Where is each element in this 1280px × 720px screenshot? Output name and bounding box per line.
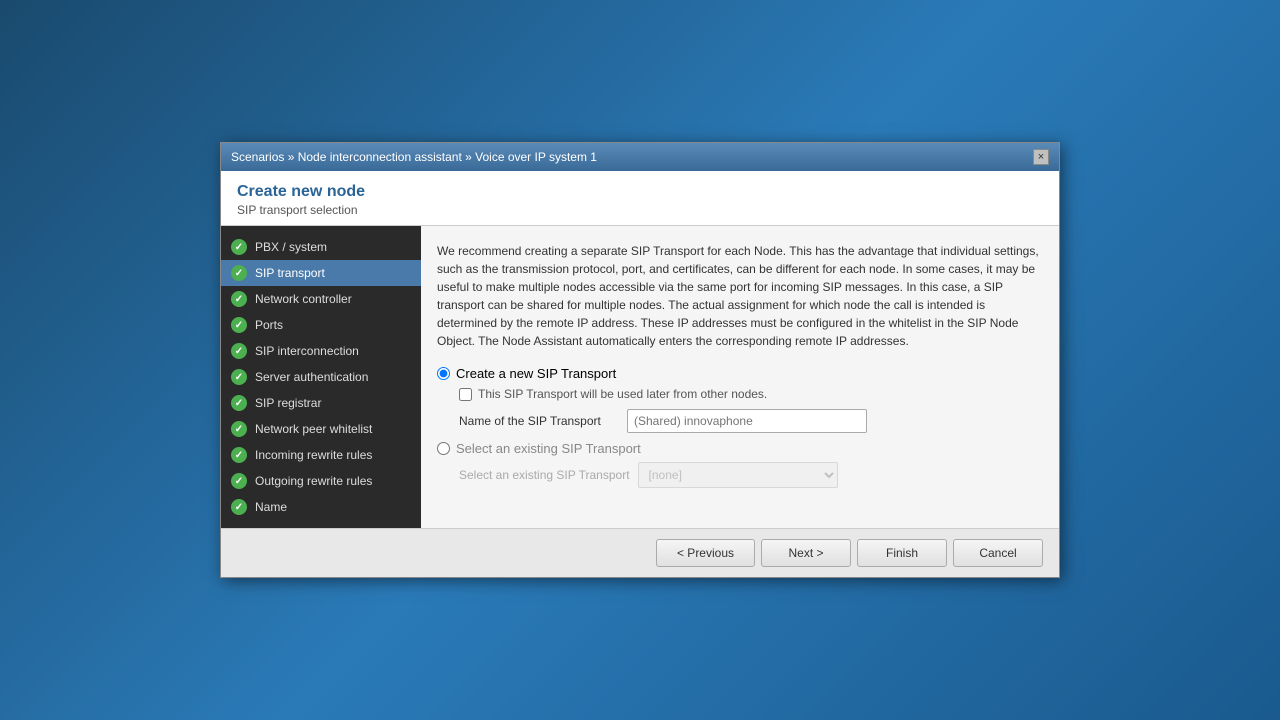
check-icon-outgoing-rewrite-rules — [231, 473, 247, 489]
cancel-button[interactable]: Cancel — [953, 539, 1043, 567]
checkbox-shared-label[interactable]: This SIP Transport will be used later fr… — [478, 387, 767, 401]
checkbox-shared: This SIP Transport will be used later fr… — [459, 387, 1043, 401]
sidebar-item-ports[interactable]: Ports — [221, 312, 421, 338]
close-button[interactable]: × — [1033, 149, 1049, 165]
checkbox-shared-input[interactable] — [459, 388, 472, 401]
dialog-window: Scenarios » Node interconnection assista… — [220, 142, 1060, 578]
form-section: Create a new SIP Transport This SIP Tran… — [437, 366, 1043, 488]
info-text: We recommend creating a separate SIP Tra… — [437, 242, 1043, 350]
sidebar-item-incoming-rewrite-rules[interactable]: Incoming rewrite rules — [221, 442, 421, 468]
sidebar-item-label-network-controller: Network controller — [255, 292, 352, 306]
check-icon-network-controller — [231, 291, 247, 307]
check-icon-ports — [231, 317, 247, 333]
sidebar-item-server-authentication[interactable]: Server authentication — [221, 364, 421, 390]
sidebar-item-label-server-authentication: Server authentication — [255, 370, 368, 384]
title-bar: Scenarios » Node interconnection assista… — [221, 143, 1059, 171]
check-icon-sip-transport — [231, 265, 247, 281]
check-icon-pbx-system — [231, 239, 247, 255]
sidebar-item-sip-registrar[interactable]: SIP registrar — [221, 390, 421, 416]
dialog-body: PBX / system SIP transport Network control… — [221, 226, 1059, 528]
dialog-header: Create new node SIP transport selection — [221, 171, 1059, 226]
sidebar-item-label-incoming-rewrite-rules: Incoming rewrite rules — [255, 448, 372, 462]
page-subtitle: SIP transport selection — [237, 203, 1043, 217]
sidebar-item-label-outgoing-rewrite-rules: Outgoing rewrite rules — [255, 474, 372, 488]
sidebar-item-label-ports: Ports — [255, 318, 283, 332]
previous-button[interactable]: < Previous — [656, 539, 755, 567]
page-title: Create new node — [237, 183, 1043, 201]
sidebar-item-network-peer-whitelist[interactable]: Network peer whitelist — [221, 416, 421, 442]
check-icon-server-authentication — [231, 369, 247, 385]
sidebar-item-label-name: Name — [255, 500, 287, 514]
check-icon-sip-registrar — [231, 395, 247, 411]
radio-create-new-label[interactable]: Create a new SIP Transport — [456, 366, 616, 381]
radio-create-new: Create a new SIP Transport — [437, 366, 1043, 381]
check-icon-name — [231, 499, 247, 515]
sidebar-item-outgoing-rewrite-rules[interactable]: Outgoing rewrite rules — [221, 468, 421, 494]
check-icon-network-peer-whitelist — [231, 421, 247, 437]
name-field-row: Name of the SIP Transport — [459, 409, 1043, 433]
sidebar-item-label-sip-registrar: SIP registrar — [255, 396, 321, 410]
check-icon-incoming-rewrite-rules — [231, 447, 247, 463]
existing-transport-label: Select an existing SIP Transport — [459, 468, 630, 482]
sidebar-item-sip-transport[interactable]: SIP transport — [221, 260, 421, 286]
breadcrumb: Scenarios » Node interconnection assista… — [231, 150, 597, 164]
radio-create-new-input[interactable] — [437, 367, 450, 380]
radio-select-existing-input[interactable] — [437, 442, 450, 455]
next-button[interactable]: Next > — [761, 539, 851, 567]
sidebar-item-label-sip-interconnection: SIP interconnection — [255, 344, 359, 358]
sidebar-item-pbx-system[interactable]: PBX / system — [221, 234, 421, 260]
sidebar-item-label-sip-transport: SIP transport — [255, 266, 325, 280]
sidebar: PBX / system SIP transport Network control… — [221, 226, 421, 528]
content-area: We recommend creating a separate SIP Tra… — [421, 226, 1059, 528]
sidebar-item-label-pbx-system: PBX / system — [255, 240, 327, 254]
finish-button[interactable]: Finish — [857, 539, 947, 567]
radio-select-existing: Select an existing SIP Transport — [437, 441, 1043, 456]
check-icon-sip-interconnection — [231, 343, 247, 359]
sidebar-item-name[interactable]: Name — [221, 494, 421, 520]
existing-transport-row: Select an existing SIP Transport [none] — [459, 462, 1043, 488]
name-field-input[interactable] — [627, 409, 867, 433]
name-field-label: Name of the SIP Transport — [459, 414, 619, 428]
sidebar-item-label-network-peer-whitelist: Network peer whitelist — [255, 422, 372, 436]
sidebar-item-network-controller[interactable]: Network controller — [221, 286, 421, 312]
dialog-footer: < Previous Next > Finish Cancel — [221, 528, 1059, 577]
existing-transport-select[interactable]: [none] — [638, 462, 838, 488]
sidebar-item-sip-interconnection[interactable]: SIP interconnection — [221, 338, 421, 364]
radio-select-existing-label[interactable]: Select an existing SIP Transport — [456, 441, 641, 456]
